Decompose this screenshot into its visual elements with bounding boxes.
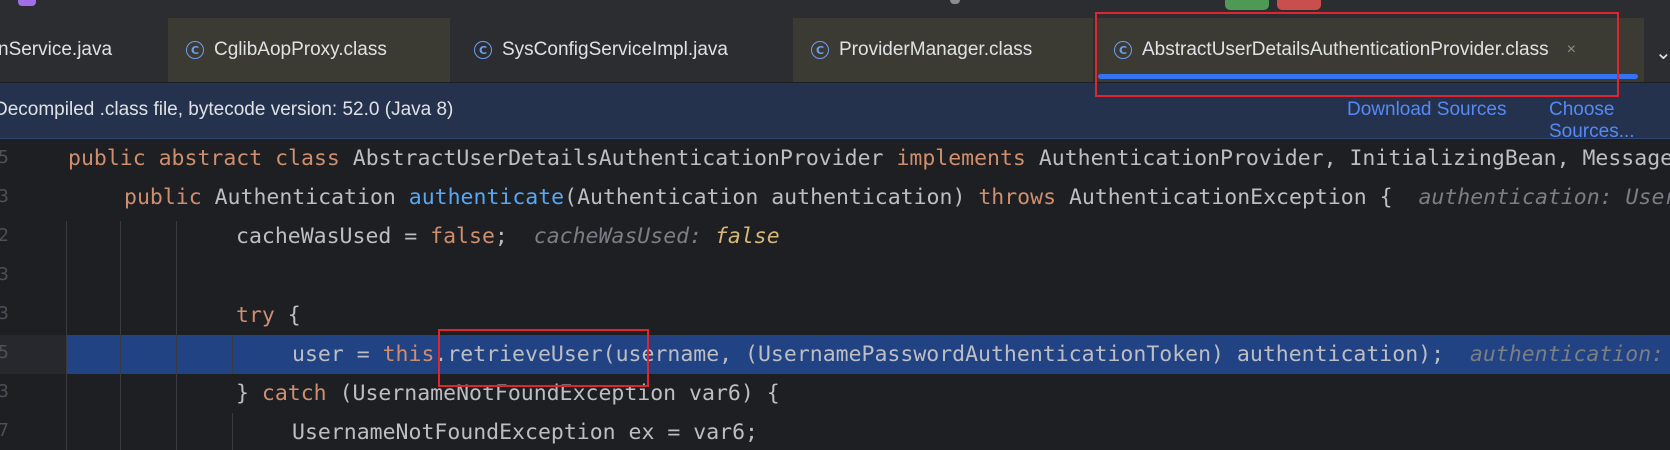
class-icon: C <box>811 41 829 59</box>
toolbar-icon-fragment <box>950 0 960 4</box>
keyword: catch <box>261 381 327 406</box>
close-icon[interactable]: × <box>1567 41 1576 59</box>
chevron-down-icon[interactable]: ⌄ <box>1655 40 1670 65</box>
line-number: 3 <box>0 264 9 285</box>
code-text: AuthenticationException { <box>1068 185 1393 210</box>
code-line-catch[interactable]: } catch (UsernameNotFoundException var6)… <box>0 374 1670 413</box>
code-text: user = <box>292 342 383 367</box>
keyword: throws <box>978 185 1069 210</box>
inline-value-hint: authentication: UsernamePasswordAuthenti… <box>1418 185 1670 210</box>
run-button-fragment[interactable] <box>1225 0 1269 10</box>
inline-value-hint: authentication: UsernamePasswordAuthenti… <box>1469 342 1665 367</box>
class-icon: C <box>474 41 492 59</box>
tab-label: AbstractUserDetailsAuthenticationProvide… <box>1142 39 1549 60</box>
class-icon: C <box>186 41 204 59</box>
tab-label: SysConfigServiceImpl.java <box>502 39 728 60</box>
keyword: implements <box>896 146 1039 171</box>
code-line-method-declaration[interactable]: public Authentication authenticate(Authe… <box>0 178 1670 217</box>
banner-message: Decompiled .class file, bytecode version… <box>0 99 454 120</box>
code-text: AbstractUserDetailsAuthenticationProvide… <box>352 146 897 171</box>
code-text: Authentication <box>214 185 409 210</box>
code-text: { <box>274 303 301 328</box>
code-line-class-declaration[interactable]: public abstract class AbstractUserDetail… <box>0 139 1670 178</box>
class-icon: C <box>1114 41 1132 59</box>
choose-sources-link[interactable]: Choose Sources... <box>1549 99 1670 143</box>
editor-tab-bar: nService.java C CglibAopProxy.class C Sy… <box>0 18 1670 83</box>
tab-abstract-user-details-auth-provider[interactable]: C AbstractUserDetailsAuthenticationProvi… <box>1096 18 1644 82</box>
code-text: .retrieveUser(username, (UsernamePasswor… <box>434 342 1445 367</box>
code-text: (UsernameNotFoundException var6) { <box>326 381 780 406</box>
tab-label: CglibAopProxy.class <box>214 39 387 60</box>
inline-value-hint: cacheWasUsed: <box>533 224 715 249</box>
tab-sysconfig-service-impl[interactable]: C SysConfigServiceImpl.java <box>456 18 786 82</box>
keyword: this <box>382 342 435 367</box>
tab-label: ProviderManager.class <box>839 39 1033 60</box>
code-text: UsernameNotFoundException ex = var6; <box>292 420 758 445</box>
tab-service-java[interactable]: nService.java <box>0 18 166 82</box>
keyword: public abstract class <box>68 146 353 171</box>
code-text: ; <box>494 224 508 249</box>
tab-cglib-aop-proxy[interactable]: C CglibAopProxy.class <box>168 18 450 82</box>
inline-value: false <box>714 224 780 249</box>
keyword: try <box>236 303 275 328</box>
code-text: cacheWasUsed = <box>236 224 431 249</box>
window-top-strip <box>0 0 1670 18</box>
download-sources-link[interactable]: Download Sources <box>1347 99 1506 121</box>
keyword: public <box>124 185 215 210</box>
code-text: } <box>236 381 262 406</box>
active-tab-indicator <box>1098 74 1638 79</box>
tab-provider-manager[interactable]: C ProviderManager.class <box>793 18 1093 82</box>
code-line-try[interactable]: try { <box>0 296 1670 335</box>
method-name: authenticate <box>408 185 565 210</box>
tab-label: nService.java <box>0 39 113 60</box>
code-text: AuthenticationProvider, InitializingBean… <box>1038 146 1670 171</box>
keyword: false <box>430 224 495 249</box>
stop-button-fragment[interactable] <box>1277 0 1321 10</box>
code-line-retrieve-user[interactable]: user = this.retrieveUser(username, (User… <box>0 335 1670 374</box>
app-logo-fragment <box>18 0 36 6</box>
code-text: (Authentication authentication) <box>564 185 979 210</box>
code-line-exception-assign[interactable]: UsernameNotFoundException ex = var6; <box>0 413 1670 450</box>
decompiled-banner: Decompiled .class file, bytecode version… <box>0 83 1670 142</box>
code-line-cache-was-used[interactable]: cacheWasUsed = false; cacheWasUsed: fals… <box>0 217 1670 256</box>
code-editor[interactable]: 5 3 2 3 3 5 3 7 public abstract class Ab… <box>0 139 1670 450</box>
